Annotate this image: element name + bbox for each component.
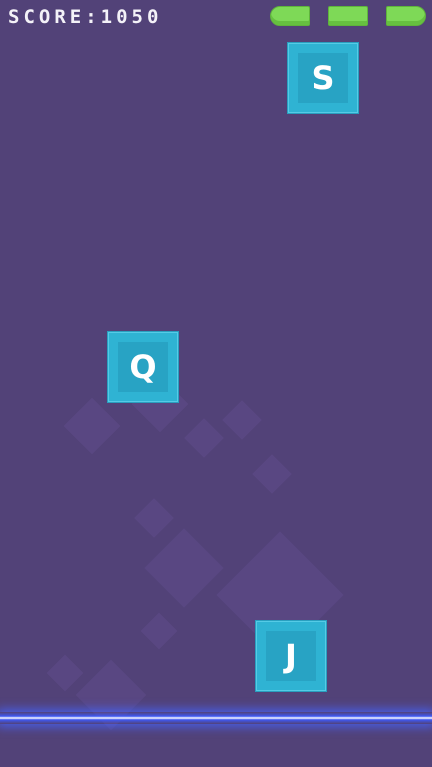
tile-letter: Q: [129, 348, 157, 386]
background-diamond: [252, 454, 292, 494]
letter-tile-s[interactable]: S: [288, 43, 358, 113]
life-bar-segment: [270, 6, 310, 26]
letter-tile-j[interactable]: J: [256, 621, 326, 691]
score-display: SCORE:1050: [8, 6, 163, 28]
background-diamond: [134, 498, 174, 538]
lives-indicator: [270, 6, 426, 26]
tile-letter: J: [285, 637, 297, 675]
tile-letter: S: [311, 59, 335, 97]
life-bar-segment: [328, 6, 368, 26]
background-diamond: [222, 400, 262, 440]
background-diamond: [144, 528, 224, 608]
laser-deadline: [0, 712, 432, 724]
life-bar-segment: [386, 6, 426, 26]
background-diamond: [140, 612, 178, 650]
game-stage[interactable]: SCORE:1050 S Q J: [0, 0, 432, 767]
background-diamond: [63, 397, 121, 455]
background-diamond: [184, 418, 224, 458]
background-diamond: [46, 654, 84, 692]
letter-tile-q[interactable]: Q: [108, 332, 178, 402]
